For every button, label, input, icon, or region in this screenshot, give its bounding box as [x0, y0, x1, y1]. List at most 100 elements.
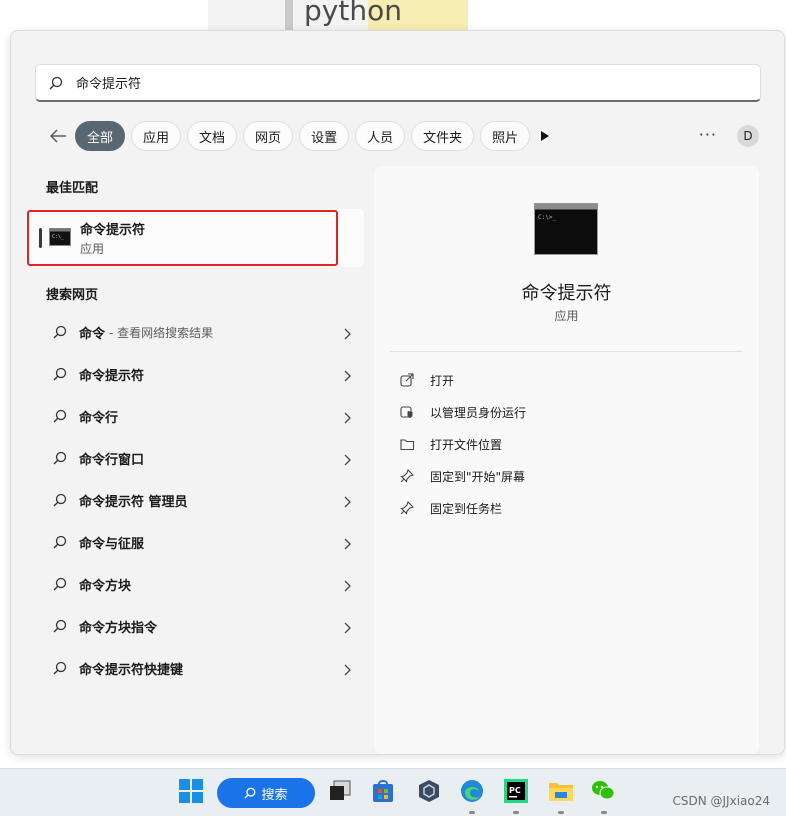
web-result-item[interactable]: 命令方块指令 — [41, 605, 351, 647]
taskbar-search-button[interactable]: 搜索 — [217, 778, 315, 808]
detail-pane: C:\>_ 命令提示符 应用 打开 以管理员身份运行 打开文件位置 固定到"开始… — [374, 166, 759, 754]
tab-settings[interactable]: 设置 — [299, 121, 350, 151]
web-result-item[interactable]: 命令行窗口 — [41, 437, 351, 479]
web-result-label: 命令方块 — [79, 578, 132, 594]
running-indicator — [558, 811, 564, 814]
web-result-sublabel: - 查看网络搜索结果 — [109, 325, 214, 340]
pycharm-icon[interactable]: PC — [503, 778, 531, 806]
divider — [390, 351, 743, 352]
action-pin-to-taskbar[interactable]: 固定到任务栏 — [400, 492, 526, 524]
web-result-label: 命令 — [79, 326, 106, 342]
web-result-label: 命令提示符 — [79, 368, 145, 384]
web-result-label: 命令行 — [79, 410, 119, 426]
best-match-item[interactable]: C:\_ 命令提示符 应用 — [28, 209, 364, 267]
edge-browser-icon[interactable] — [459, 778, 487, 806]
tab-photos[interactable]: 照片 — [480, 121, 531, 151]
search-input[interactable] — [76, 75, 760, 90]
tab-documents[interactable]: 文档 — [187, 121, 238, 151]
web-result-label: 命令提示符 管理员 — [79, 494, 188, 510]
detail-actions: 打开 以管理员身份运行 打开文件位置 固定到"开始"屏幕 固定到任务栏 — [400, 364, 526, 524]
chevron-right-icon — [343, 367, 351, 386]
watermark-text: CSDN @JJxiao24 — [672, 794, 770, 808]
more-options-button[interactable]: ··· — [699, 125, 717, 144]
running-indicator — [513, 811, 519, 814]
tab-people[interactable]: 人员 — [355, 121, 406, 151]
microsoft-store-icon[interactable] — [370, 778, 398, 806]
file-explorer-icon[interactable] — [547, 778, 575, 806]
tab-all[interactable]: 全部 — [75, 121, 126, 151]
best-match-heading: 最佳匹配 — [46, 181, 99, 196]
search-icon — [41, 325, 71, 339]
search-icon — [41, 493, 71, 507]
tab-apps[interactable]: 应用 — [131, 121, 182, 151]
search-panel: 全部 应用 文档 网页 设置 人员 文件夹 照片 ··· D 最佳匹配 C:\_… — [10, 30, 785, 755]
search-icon — [36, 76, 76, 90]
folder-icon — [400, 438, 422, 451]
running-indicator — [601, 811, 607, 814]
web-result-item[interactable]: 命令提示符 — [41, 353, 351, 395]
play-more-icon[interactable] — [540, 130, 550, 142]
best-match-type: 应用 — [80, 242, 105, 256]
windows-start-icon[interactable] — [178, 778, 206, 806]
tab-web[interactable]: 网页 — [243, 121, 294, 151]
web-result-item[interactable]: 命令方块 — [41, 563, 351, 605]
back-arrow-icon[interactable] — [35, 129, 75, 143]
web-result-label: 命令提示符快捷键 — [79, 662, 184, 678]
pin-icon — [400, 469, 422, 483]
action-pin-to-start[interactable]: 固定到"开始"屏幕 — [400, 460, 526, 492]
command-prompt-large-icon: C:\>_ — [534, 203, 598, 259]
tab-folders[interactable]: 文件夹 — [411, 121, 475, 151]
action-open-file-location[interactable]: 打开文件位置 — [400, 428, 526, 460]
action-label: 固定到任务栏 — [430, 501, 503, 516]
action-run-as-admin[interactable]: 以管理员身份运行 — [400, 396, 526, 428]
search-box[interactable] — [35, 64, 761, 102]
web-result-label: 命令行窗口 — [79, 452, 145, 468]
web-result-item[interactable]: 命令行 — [41, 395, 351, 437]
web-result-label: 命令与征服 — [79, 536, 145, 552]
web-result-item[interactable]: 命令与征服 — [41, 521, 351, 563]
search-icon — [41, 577, 71, 591]
background-python-text: python — [304, 0, 402, 27]
chevron-right-icon — [343, 325, 351, 344]
svg-text:C:\>_: C:\>_ — [538, 214, 556, 221]
web-result-item[interactable]: 命令 - 查看网络搜索结果 — [41, 311, 351, 353]
action-label: 打开 — [430, 373, 455, 388]
action-label: 固定到"开始"屏幕 — [430, 469, 526, 484]
search-icon — [41, 535, 71, 549]
svg-text:C:\_: C:\_ — [52, 234, 65, 240]
action-label: 以管理员身份运行 — [430, 405, 527, 420]
taskbar-search-label: 搜索 — [261, 787, 288, 803]
chevron-right-icon — [343, 619, 351, 638]
search-icon — [244, 787, 256, 799]
chevron-right-icon — [343, 451, 351, 470]
pin-icon — [400, 501, 422, 515]
web-search-list: 命令 - 查看网络搜索结果 命令提示符 命令行 命令行窗口 命令提示符 管理员 … — [41, 311, 351, 689]
web-result-label: 命令方块指令 — [79, 620, 158, 636]
detail-app-type: 应用 — [554, 309, 579, 323]
chevron-right-icon — [343, 409, 351, 428]
search-icon — [41, 451, 71, 465]
open-external-icon — [400, 373, 422, 387]
detail-app-name: 命令提示符 — [521, 283, 612, 304]
search-icon — [41, 367, 71, 381]
chevron-right-icon — [343, 535, 351, 554]
action-label: 打开文件位置 — [430, 437, 503, 452]
virtualbox-icon[interactable] — [416, 778, 444, 806]
filter-bar: 全部 应用 文档 网页 设置 人员 文件夹 照片 ··· D — [35, 121, 761, 151]
search-icon — [41, 619, 71, 633]
best-match-name: 命令提示符 — [80, 223, 146, 238]
taskbar: 搜索 PC CSDN @JJxiao24 — [0, 768, 786, 816]
svg-text:PC: PC — [509, 786, 521, 795]
action-open[interactable]: 打开 — [400, 364, 526, 396]
shield-icon — [400, 405, 422, 419]
chevron-right-icon — [343, 661, 351, 680]
web-result-item[interactable]: 命令提示符 管理员 — [41, 479, 351, 521]
search-icon — [41, 409, 71, 423]
search-icon — [41, 661, 71, 675]
avatar[interactable]: D — [737, 125, 759, 147]
selection-indicator — [39, 228, 42, 248]
task-view-icon[interactable] — [328, 778, 356, 806]
command-prompt-icon: C:\_ — [49, 228, 71, 250]
web-result-item[interactable]: 命令提示符快捷键 — [41, 647, 351, 689]
wechat-icon[interactable] — [590, 778, 618, 806]
